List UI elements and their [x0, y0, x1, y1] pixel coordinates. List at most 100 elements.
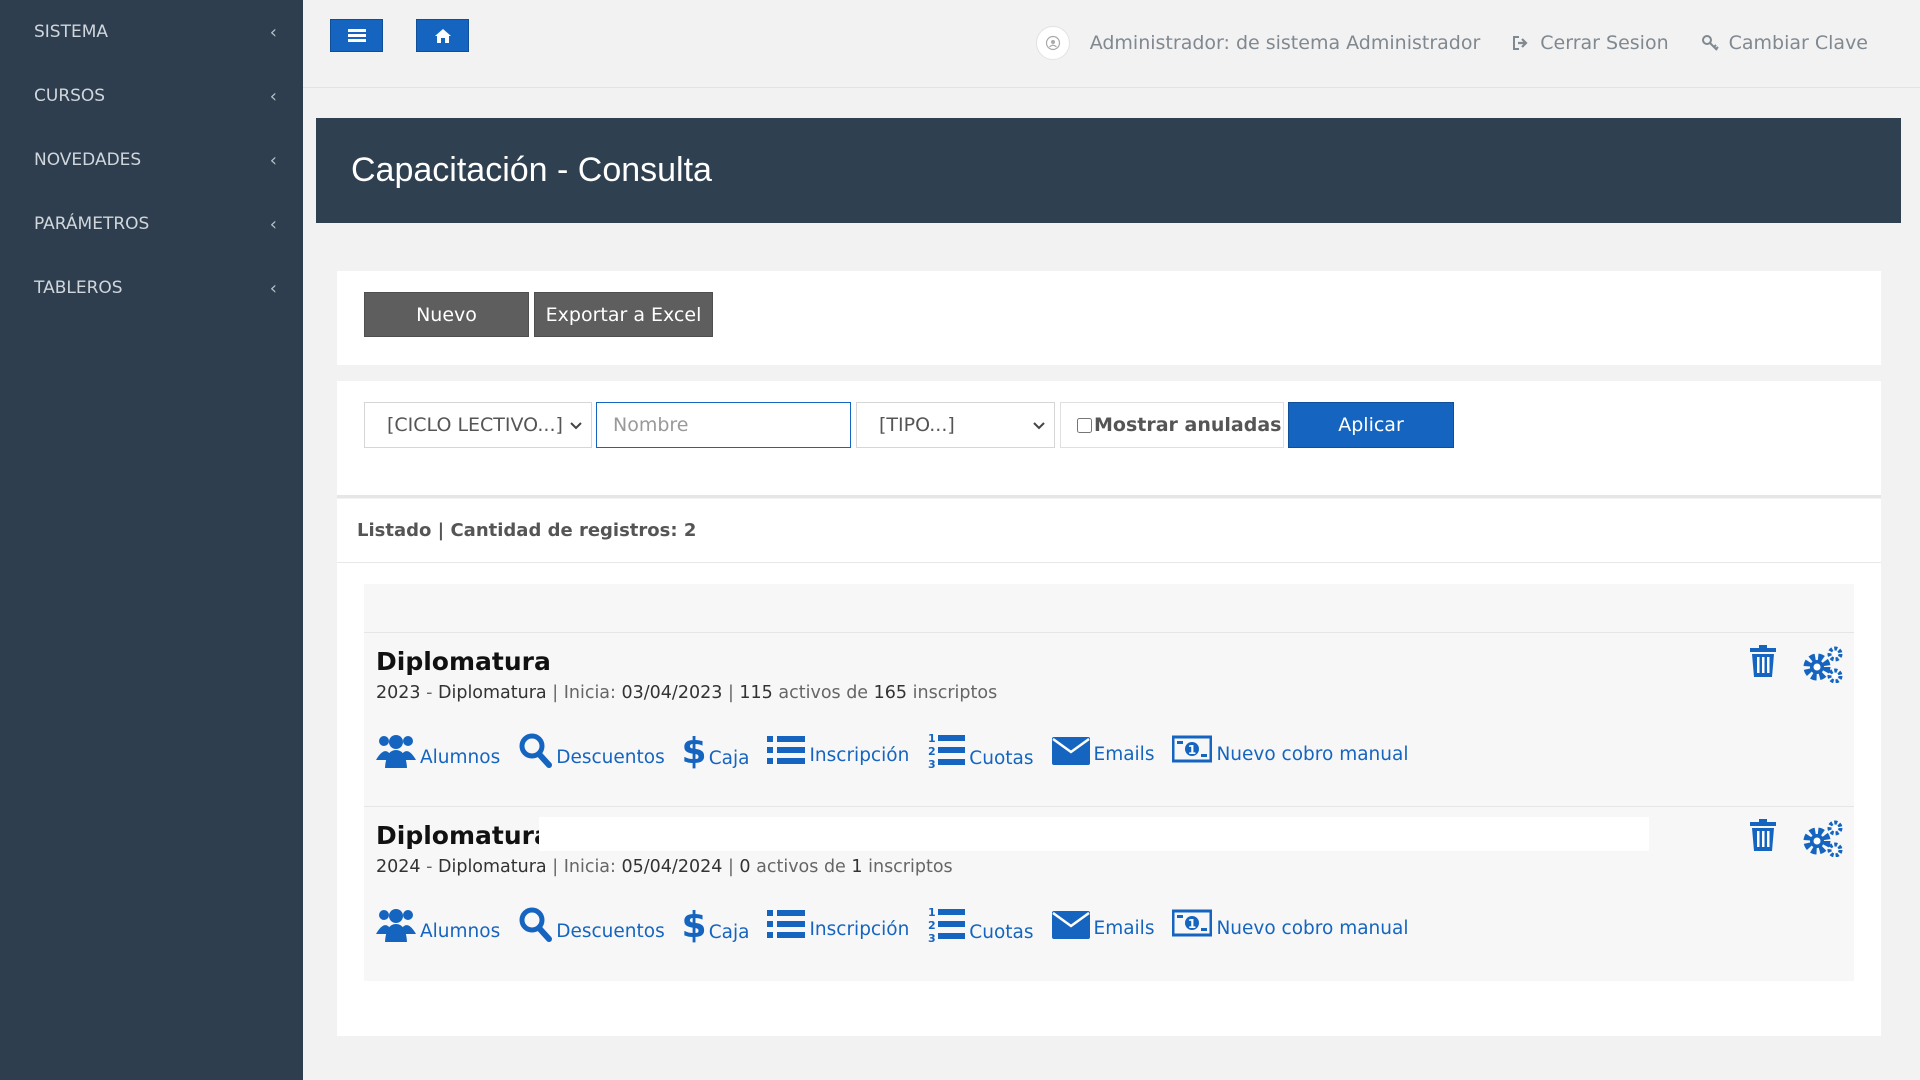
course-enrolled-count: 1 — [851, 857, 863, 877]
course-active-count: 0 — [739, 857, 751, 877]
numbered-list-icon: 123 — [928, 906, 966, 943]
trash-icon — [1750, 645, 1776, 677]
descuentos-link[interactable]: Descuentos — [518, 906, 665, 942]
export-excel-button[interactable]: Exportar a Excel — [534, 292, 713, 337]
chevron-left-icon: ‹ — [269, 213, 277, 235]
emails-link[interactable]: Emails — [1051, 735, 1155, 765]
redacted-area — [539, 817, 1649, 851]
inscripcion-label: Inscripción — [809, 919, 910, 940]
numbered-list-icon: 123 — [928, 732, 966, 769]
sidebar: SISTEMA ‹ CURSOS ‹ NOVEDADES ‹ PARÁMETRO… — [0, 0, 303, 1080]
home-button[interactable] — [416, 19, 469, 52]
money-icon: 1 — [1172, 909, 1213, 937]
new-button[interactable]: Nuevo — [364, 292, 529, 337]
descuentos-label: Descuentos — [556, 921, 665, 942]
svg-text:2: 2 — [928, 745, 936, 758]
inscripcion-link[interactable]: Inscripción — [767, 908, 909, 940]
course-start-label: Inicia: — [563, 857, 616, 877]
course-meta: 2023 - Diplomatura | Inicia: 03/04/2023 … — [376, 683, 998, 703]
key-icon — [1701, 35, 1719, 51]
caja-label: Caja — [708, 748, 750, 769]
sidebar-item-label: NOVEDADES — [34, 150, 142, 170]
sidebar-item-novedades[interactable]: NOVEDADES ‹ — [0, 128, 303, 192]
delete-button[interactable] — [1750, 819, 1776, 861]
show-cancelled-checkbox[interactable] — [1077, 417, 1092, 433]
alumnos-label: Alumnos — [420, 747, 501, 768]
dollar-icon: $ — [683, 731, 705, 769]
descuentos-link[interactable]: Descuentos — [518, 732, 665, 768]
users-icon — [376, 735, 416, 768]
svg-text:1: 1 — [1188, 743, 1196, 757]
cuotas-link[interactable]: 123 Cuotas — [927, 731, 1033, 769]
sidebar-item-tableros[interactable]: TABLEROS ‹ — [0, 256, 303, 320]
caja-link[interactable]: $ Caja — [683, 731, 750, 769]
emails-link[interactable]: Emails — [1051, 909, 1154, 939]
sidebar-item-label: PARÁMETROS — [34, 214, 150, 234]
svg-text:1: 1 — [928, 906, 936, 919]
chevron-left-icon: ‹ — [269, 21, 277, 43]
chevron-down-icon — [1033, 421, 1045, 429]
chevron-left-icon: ‹ — [269, 85, 277, 107]
caja-link[interactable]: $ Caja — [683, 905, 750, 943]
list-icon — [767, 736, 806, 764]
cobro-manual-link[interactable]: 1 Nuevo cobro manual — [1172, 909, 1408, 939]
list-header: Listado | Cantidad de registros: 2 — [337, 499, 1881, 563]
sidebar-item-sistema[interactable]: SISTEMA ‹ — [0, 0, 303, 64]
bars-icon — [347, 29, 366, 42]
alumnos-link[interactable]: Alumnos — [376, 906, 500, 942]
cuotas-label: Cuotas — [969, 922, 1034, 943]
ciclo-lectivo-value: [CICLO LECTIVO...] — [387, 414, 563, 436]
chevron-left-icon: ‹ — [269, 149, 277, 171]
avatar — [1035, 26, 1070, 60]
row-actions — [1750, 819, 1844, 861]
list-panel: Listado | Cantidad de registros: 2 Diplo… — [337, 499, 1881, 1036]
cuotas-label: Cuotas — [969, 748, 1034, 769]
alumnos-link[interactable]: Alumnos — [376, 732, 500, 768]
course-list: Diplomatura 2023 - Diplomatura | Inicia:… — [364, 584, 1854, 981]
show-cancelled-toggle[interactable]: Mostrar anuladas — [1060, 402, 1284, 448]
svg-text:3: 3 — [928, 758, 936, 769]
sidebar-item-cursos[interactable]: CURSOS ‹ — [0, 64, 303, 128]
course-actions: Alumnos Descuentos $ Caja Inscripción 12… — [376, 731, 1854, 769]
course-start-date: 05/04/2024 — [621, 857, 723, 877]
list-item: Diplomatura 2024 - Diplomatura | Inicia:… — [364, 807, 1854, 981]
user-name[interactable]: Administrador: de sistema Administrador — [1090, 32, 1481, 54]
course-active-label: activos de — [756, 857, 846, 877]
cogs-icon — [1803, 646, 1843, 684]
logout-link[interactable]: Cerrar Sesion — [1512, 32, 1669, 54]
course-title: Diplomatura — [376, 647, 551, 676]
nombre-input[interactable] — [596, 402, 851, 448]
money-icon: 1 — [1172, 735, 1213, 763]
delete-button[interactable] — [1750, 645, 1776, 687]
course-active-label: activos de — [778, 683, 869, 703]
settings-button[interactable] — [1802, 645, 1844, 687]
svg-text:$: $ — [683, 731, 705, 769]
emails-label: Emails — [1093, 744, 1155, 765]
course-enrolled-label: inscriptos — [912, 683, 998, 703]
course-meta: 2024 - Diplomatura | Inicia: 05/04/2024 … — [376, 857, 953, 877]
course-enrolled-label: inscriptos — [868, 857, 953, 877]
menu-toggle-button[interactable] — [330, 19, 383, 52]
settings-button[interactable] — [1802, 819, 1844, 861]
ciclo-lectivo-select[interactable]: [CICLO LECTIVO...] — [364, 402, 592, 448]
course-type: Diplomatura — [438, 857, 547, 877]
apply-button[interactable]: Aplicar — [1288, 402, 1454, 448]
home-icon — [434, 28, 451, 43]
page-header: Capacitación - Consulta — [316, 118, 1901, 223]
change-password-link[interactable]: Cambiar Clave — [1701, 32, 1868, 54]
actions-panel: Nuevo Exportar a Excel — [337, 271, 1881, 365]
tipo-select[interactable]: [TIPO...] — [856, 402, 1055, 448]
list-icon — [767, 910, 806, 938]
cobro-manual-link[interactable]: 1 Nuevo cobro manual — [1172, 735, 1408, 765]
cobro-manual-label: Nuevo cobro manual — [1216, 744, 1409, 765]
sidebar-item-parametros[interactable]: PARÁMETROS ‹ — [0, 192, 303, 256]
envelope-icon — [1051, 737, 1090, 765]
user-icon — [1045, 35, 1060, 51]
chevron-left-icon: ‹ — [269, 277, 277, 299]
course-type: Diplomatura — [438, 683, 547, 703]
cuotas-link[interactable]: 123 Cuotas — [927, 905, 1033, 943]
inscripcion-link[interactable]: Inscripción — [767, 734, 909, 766]
show-cancelled-label: Mostrar anuladas — [1094, 414, 1282, 436]
user-menu: Administrador: de sistema Administrador … — [1035, 26, 1868, 60]
envelope-icon — [1051, 911, 1090, 939]
